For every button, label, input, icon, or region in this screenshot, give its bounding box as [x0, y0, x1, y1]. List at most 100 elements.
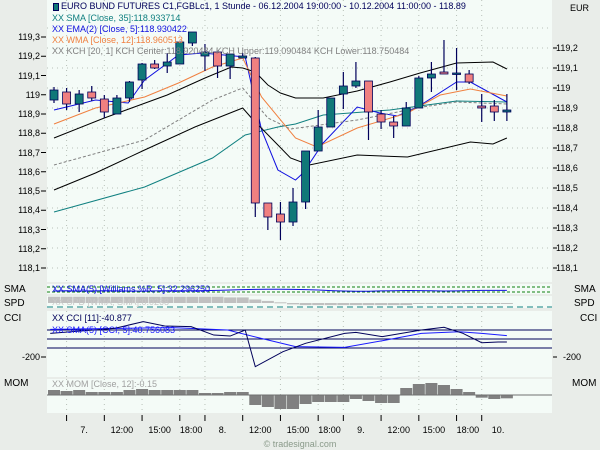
- spd-bar: [437, 303, 450, 304]
- panel-label-mom-right: MOM: [572, 378, 597, 389]
- cci-tick-left: -200: [22, 352, 41, 362]
- spd-bar: [287, 303, 300, 305]
- mom-bar: [400, 388, 413, 395]
- y-tick-label-right: 118,6: [556, 163, 578, 173]
- y-tick-label-left: 119,2: [18, 51, 40, 62]
- mom-bar: [48, 390, 60, 395]
- x-tick-label: 12:00: [110, 425, 134, 435]
- y-tick-label-right: 118,4: [556, 203, 578, 213]
- footer-credit: © tradesignal.com: [263, 439, 337, 449]
- panel-label-cci-right: CCI: [580, 313, 598, 324]
- legend-ema[interactable]: XX EMA(2) [Close, 5]:118.930422: [52, 24, 187, 34]
- spd-bar: [463, 303, 476, 304]
- mom-bar: [261, 395, 274, 407]
- candle-body: [87, 91, 97, 99]
- candle-body: [125, 81, 134, 99]
- candle-body: [351, 80, 361, 87]
- spd-bar: [236, 297, 249, 303]
- y-tick-label-left: 118,6: [18, 166, 40, 177]
- spd-bar: [450, 303, 463, 304]
- spd-bar: [349, 303, 362, 306]
- candle-body: [62, 91, 71, 105]
- x-tick-label: 7.: [80, 425, 88, 435]
- candle-body: [288, 201, 298, 223]
- mom-bar: [274, 395, 287, 409]
- legend-williams-sma[interactable]: XX SMA(5) [Williams %R, 5]:32.296250: [52, 284, 210, 294]
- candle-body: [414, 77, 424, 109]
- x-tick-label: 15:00: [422, 425, 446, 435]
- x-tick-label: 18:00: [179, 425, 203, 435]
- candle-body: [389, 121, 399, 127]
- y-tick-label-left: 118,2: [18, 243, 40, 254]
- x-tick-label: 15:00: [148, 425, 171, 435]
- spd-bar: [274, 302, 287, 304]
- spd-bar: [312, 303, 325, 306]
- spd-bar: [387, 303, 400, 306]
- mom-bar: [450, 389, 463, 395]
- legend-mom[interactable]: XX MOM [Close, 12]:-0.15: [52, 379, 157, 389]
- candle-body: [376, 113, 386, 123]
- x-tick-label: 12:00: [387, 425, 410, 435]
- candle-body: [112, 97, 122, 115]
- mom-bar: [349, 395, 362, 399]
- mom-bar: [173, 390, 186, 395]
- panel-label-sma-right: SMA: [574, 284, 596, 295]
- candle-body: [137, 63, 147, 81]
- candle-body: [401, 107, 411, 127]
- spd-bar: [299, 303, 312, 306]
- spd-bar: [211, 296, 224, 303]
- y-tick-label-right: 119,1: [556, 63, 578, 73]
- mom-bar: [362, 395, 375, 401]
- candle-body: [326, 97, 336, 128]
- mom-bar: [161, 390, 174, 395]
- panel-label-spd: SPD: [4, 298, 25, 309]
- chart-title: EURO BUND FUTURES C1,FGBLc1, 1 Stunde - …: [61, 1, 466, 11]
- y-tick-label-left: 118,5: [18, 186, 40, 196]
- legend-wma[interactable]: XX WMA [Close, 12]:118.960513: [52, 35, 183, 45]
- spd-bar: [400, 303, 413, 306]
- x-tick-label: 10.: [491, 425, 505, 435]
- y-tick-label-right: 118,3: [556, 223, 578, 233]
- spd-bar: [412, 303, 425, 304]
- y-tick-label-left: 119,1: [18, 70, 40, 81]
- x-tick-label: 9.: [357, 425, 365, 435]
- candle-body: [150, 63, 160, 69]
- x-tick-label: 8.: [218, 425, 227, 435]
- spd-bar: [249, 299, 262, 303]
- title-marker-icon: [53, 3, 59, 11]
- x-tick-label: 15:00: [286, 425, 310, 435]
- mom-bar: [73, 390, 86, 395]
- candle-body: [99, 98, 109, 113]
- spd-bar: [186, 296, 199, 303]
- legend-kch[interactable]: XX KCH [20, 1] KCH Center:118.920484 KCH…: [52, 46, 409, 56]
- x-tick-label: 18:00: [456, 425, 480, 435]
- legend-sma[interactable]: XX SMA [Close, 35]:118.933714: [52, 13, 180, 23]
- mom-bar: [60, 391, 73, 395]
- candle-body: [452, 72, 461, 75]
- spd-bar: [324, 303, 337, 306]
- mom-bar: [488, 395, 501, 399]
- y-tick-label-left: 118,8: [18, 128, 40, 139]
- candle-body: [477, 105, 487, 109]
- y-tick-label-right: 118,9: [556, 103, 578, 113]
- candle-body: [426, 73, 436, 79]
- legend-cci-sma[interactable]: XX SMA(5) [CCI, 5]:40.756083: [52, 325, 175, 335]
- spd-bar: [375, 303, 388, 306]
- currency-label: EUR: [570, 3, 590, 13]
- legend-spd[interactable]: XX SPD [WMA, SMA]:0.0268: [52, 297, 169, 307]
- candle-body: [49, 89, 59, 101]
- spd-bar: [425, 303, 438, 304]
- candle-body: [313, 126, 323, 152]
- candle-body: [263, 202, 273, 218]
- mom-bar: [387, 395, 400, 403]
- y-tick-label-left: 118,7: [18, 147, 40, 158]
- candle-body: [187, 31, 197, 44]
- x-tick-label: 18:00: [318, 425, 341, 435]
- candle-body: [250, 57, 260, 204]
- mom-bar: [375, 395, 388, 403]
- legend-cci[interactable]: XX CCI [11]:-40.877: [52, 313, 132, 323]
- spd-bar: [198, 296, 211, 303]
- y-tick-label-right: 118,2: [556, 243, 578, 253]
- mom-bar: [299, 395, 312, 404]
- y-tick-label-left: 118,1: [18, 263, 40, 273]
